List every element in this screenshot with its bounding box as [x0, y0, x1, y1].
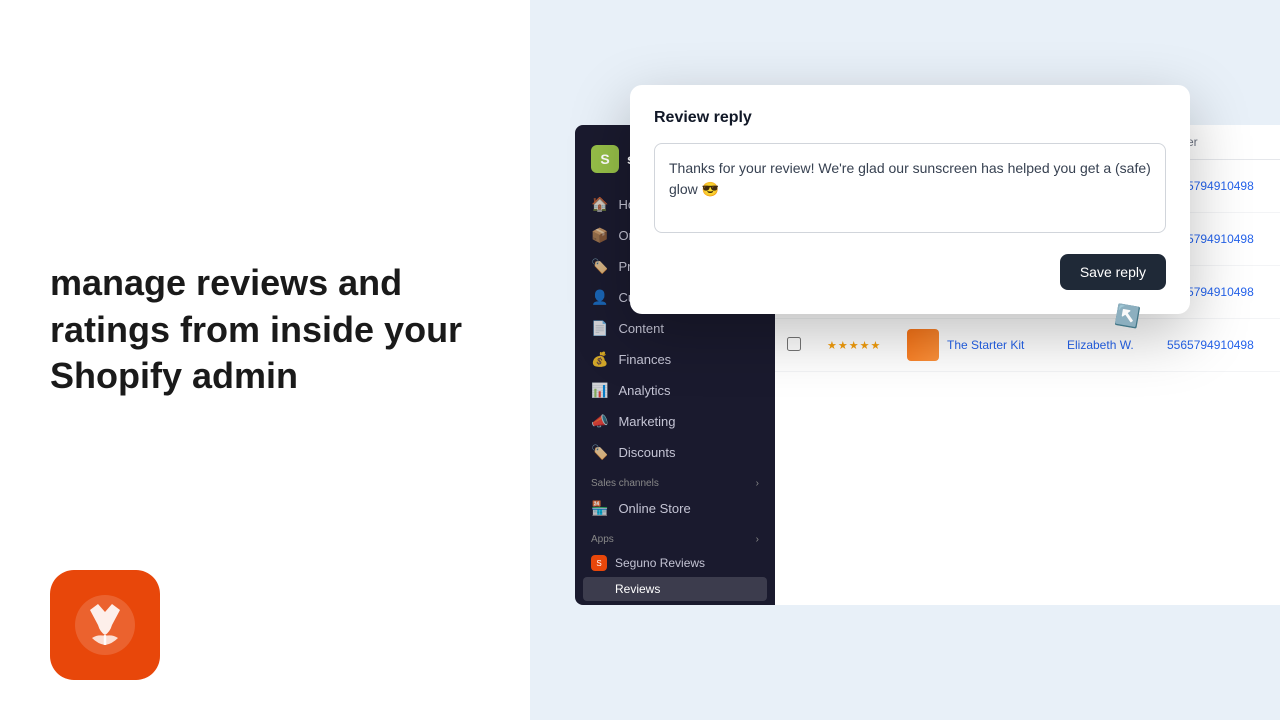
sidebar-item-finances[interactable]: 💰 Finances	[575, 344, 775, 375]
sidebar-item-label: Finances	[618, 352, 671, 367]
table-row: ★★★★★ The Starter Kit Elizabeth W. 55657…	[775, 319, 1280, 372]
product-link[interactable]: The Starter Kit	[947, 338, 1024, 352]
sidebar-item-seguno-reviews[interactable]: S Seguno Reviews	[575, 549, 775, 577]
customer-link[interactable]: Elizabeth W.	[1067, 338, 1167, 352]
sidebar-sub-item-reviews[interactable]: Reviews	[583, 577, 767, 601]
sidebar-item-discounts[interactable]: 🏷️ Discounts	[575, 437, 775, 468]
seguno-reviews-icon: S	[591, 555, 607, 571]
orders-icon: 📦	[591, 227, 608, 244]
sidebar-item-label: Online Store	[618, 501, 690, 516]
products-icon: 🏷️	[591, 258, 608, 275]
sidebar-item-content[interactable]: 📄 Content	[575, 313, 775, 344]
sub-item-label: Reviews	[615, 582, 660, 596]
app-icon	[50, 570, 160, 680]
reply-textarea[interactable]: Thanks for your review! We're glad our s…	[654, 143, 1166, 233]
customers-icon: 👤	[591, 289, 608, 306]
sidebar-item-label: Content	[618, 321, 664, 336]
discounts-icon: 🏷️	[591, 444, 608, 461]
dialog-footer: Save reply	[654, 254, 1166, 290]
app-label: Seguno Reviews	[615, 556, 705, 570]
product-cell: The Starter Kit	[907, 329, 1067, 361]
shopify-logo-icon: S	[591, 145, 619, 173]
sidebar-item-label: Discounts	[618, 445, 675, 460]
product-thumbnail	[907, 329, 939, 361]
right-panel: S shopify 🏠 Home 📦 Orders 🏷️ Products 👤 …	[530, 0, 1280, 720]
sidebar-item-label: Marketing	[618, 414, 675, 429]
content-icon: 📄	[591, 320, 608, 337]
review-reply-dialog: Review reply Thanks for your review! We'…	[630, 85, 1190, 314]
sidebar-item-marketing[interactable]: 📣 Marketing	[575, 406, 775, 437]
marketing-icon: 📣	[591, 413, 608, 430]
sales-channels-section: Sales channels ›	[575, 468, 775, 493]
apps-section: Apps ›	[575, 524, 775, 549]
save-reply-button[interactable]: Save reply	[1060, 254, 1166, 290]
left-panel: manage reviews and ratings from inside y…	[0, 0, 530, 720]
finances-icon: 💰	[591, 351, 608, 368]
sidebar-sub-item-settings[interactable]: Settings	[575, 601, 775, 605]
tagline: manage reviews and ratings from inside y…	[50, 260, 480, 400]
rating-stars: ★★★★★	[827, 339, 907, 352]
sidebar-item-analytics[interactable]: 📊 Analytics	[575, 375, 775, 406]
row-checkbox[interactable]	[787, 337, 801, 351]
order-link[interactable]: 5565794910498	[1167, 338, 1280, 352]
dialog-title: Review reply	[654, 109, 1166, 127]
store-icon: 🏪	[591, 500, 608, 517]
app-icon-svg	[70, 590, 140, 660]
sidebar-item-online-store[interactable]: 🏪 Online Store	[575, 493, 775, 524]
home-icon: 🏠	[591, 196, 608, 213]
sidebar-item-label: Analytics	[618, 383, 670, 398]
cursor-indicator: ↖️	[1113, 302, 1142, 331]
analytics-icon: 📊	[591, 382, 608, 399]
